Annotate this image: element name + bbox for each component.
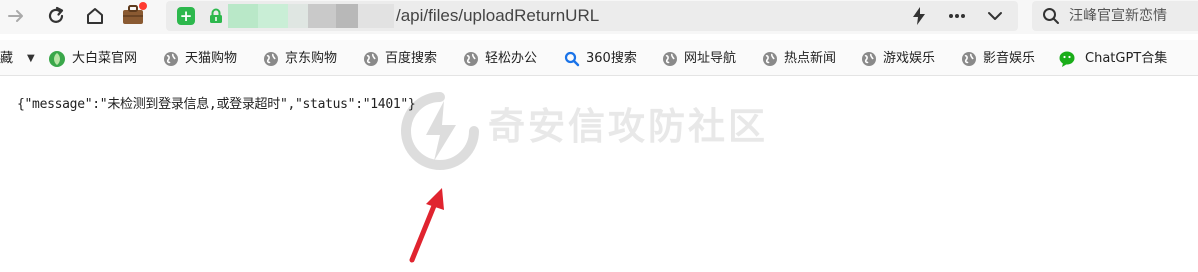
bookmark-item[interactable]: ChatGPT合集 [1059,49,1167,69]
search-icon [564,51,580,67]
search-icon [1043,8,1059,24]
bookmarks-bar: 藏 ▼ 大白菜官网 天猫购物 京东购物 百度搜索 轻松办公 360搜索 网址导航… [0,40,1198,76]
notification-dot [139,2,147,10]
chat-bubble-icon [1059,51,1075,67]
bookmark-label: 网址导航 [684,51,737,66]
more-dots-icon [949,14,965,18]
bookmark-item[interactable]: 360搜索 [564,49,637,69]
globe-icon [763,52,777,66]
lightning-button[interactable] [908,5,930,27]
reload-button[interactable] [42,3,70,29]
bookmark-label: 热点新闻 [784,51,837,66]
cabbage-icon [49,51,65,67]
annotation-arrow-icon [409,188,444,263]
bookmark-label: 轻松办公 [485,51,538,66]
bookmark-label: 百度搜索 [385,51,438,66]
globe-icon [862,52,876,66]
redacted-url-block [358,4,394,28]
redacted-url-block [228,4,258,28]
bookmark-folder-collect[interactable]: 藏 ▼ [0,49,35,69]
forward-button[interactable] [2,3,30,29]
bookmark-item[interactable]: 影音娱乐 [961,49,1035,69]
bookmark-item[interactable]: 轻松办公 [463,49,537,69]
arrow-right-icon [8,10,23,22]
watermark: 奇安信攻防社区 [400,91,820,171]
bookmark-item[interactable]: 游戏娱乐 [861,49,935,69]
bookmark-label: 天猫购物 [185,51,238,66]
bookmark-item[interactable]: 热点新闻 [762,49,836,69]
redacted-url-block [308,4,336,28]
bookmark-label: 360搜索 [586,51,637,66]
globe-icon [962,52,976,66]
search-suggestion-text: 汪峰官宣新恋情 [1069,8,1167,24]
bookmark-item[interactable]: 网址导航 [662,49,736,69]
search-box[interactable]: 汪峰官宣新恋情 [1032,1,1198,31]
json-response-text: {"message":"未检测到登录信息,或登录超时","status":"14… [17,97,416,112]
bookmark-item[interactable]: 京东购物 [263,49,337,69]
chevron-down-icon [988,12,1002,20]
globe-icon [364,52,378,66]
bookmark-label: 游戏娱乐 [883,51,936,66]
bookmark-label: 影音娱乐 [983,51,1036,66]
bookmark-label: 藏 [0,51,14,66]
globe-icon [663,52,677,66]
page-content: 奇安信攻防社区 {"message":"未检测到登录信息,或登录超时","sta… [0,77,1198,263]
caret-down-icon: ▼ [27,53,35,64]
reload-icon [48,6,64,23]
bookmark-label: ChatGPT合集 [1085,51,1168,66]
bookmark-label: 京东购物 [285,51,338,66]
redacted-url-block [258,4,288,28]
more-button[interactable] [946,5,968,27]
url-text: /api/files/uploadReturnURL [396,6,600,25]
lightning-icon [913,7,925,25]
lock-icon [210,8,222,23]
home-icon [87,8,103,24]
globe-icon [264,52,278,66]
home-button[interactable] [81,3,109,29]
browser-toolbar: + /api/files/uploadReturnURL 汪峰官宣新恋情 [0,0,1198,34]
globe-icon [164,52,178,66]
globe-icon [464,52,478,66]
shield-icon: + [177,7,195,25]
redacted-url-block [288,4,308,28]
redacted-url-block [336,4,358,28]
dropdown-button[interactable] [984,5,1006,27]
bookmark-item[interactable]: 百度搜索 [363,49,437,69]
bookmark-item[interactable]: 天猫购物 [163,49,237,69]
watermark-text: 奇安信攻防社区 [488,105,768,148]
extension-button[interactable] [120,2,148,28]
bookmark-label: 大白菜官网 [72,51,138,66]
address-bar[interactable]: + /api/files/uploadReturnURL [166,1,1018,31]
bookmark-item[interactable]: 大白菜官网 [48,49,137,69]
